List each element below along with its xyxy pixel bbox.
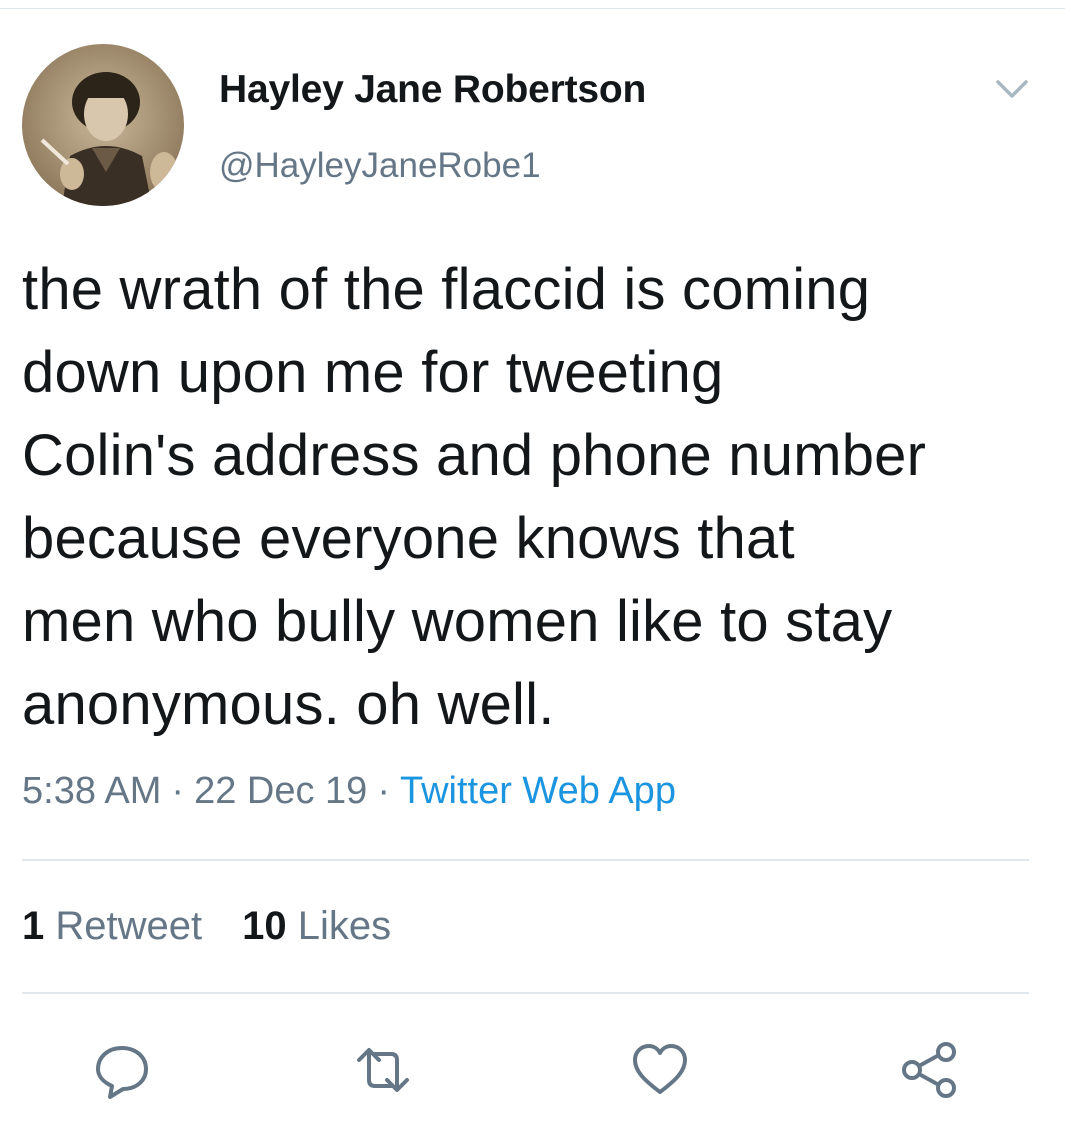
tweet-text-line: because everyone knows that	[22, 506, 795, 571]
retweet-count: 1	[22, 904, 45, 948]
tweet-detail: Hayley Jane Robertson @HayleyJaneRobe1 t…	[0, 0, 1065, 1130]
chevron-down-icon[interactable]	[990, 72, 1034, 108]
top-divider	[0, 8, 1065, 9]
retweet-label: Retweet	[55, 904, 203, 948]
tweet-text-line: anonymous. oh well.	[22, 672, 555, 737]
retweet-icon[interactable]	[353, 1040, 413, 1100]
meta-separator: ·	[377, 770, 390, 812]
tweet-source-link[interactable]: Twitter Web App	[400, 770, 676, 812]
user-handle[interactable]: @HayleyJaneRobe1	[219, 146, 541, 186]
reply-icon[interactable]	[92, 1040, 152, 1100]
tweet-text: the wrath of the flaccid is coming down …	[22, 248, 1047, 746]
like-stat[interactable]: 10 Likes	[242, 904, 391, 948]
tweet-stats: 1 Retweet 10 Likes	[22, 904, 391, 949]
retweet-stat[interactable]: 1 Retweet	[22, 904, 202, 948]
divider	[22, 992, 1029, 994]
tweet-date[interactable]: 22 Dec 19	[194, 770, 367, 812]
heart-icon[interactable]	[630, 1040, 690, 1100]
avatar[interactable]	[22, 44, 184, 206]
divider	[22, 859, 1029, 861]
share-icon[interactable]	[900, 1040, 960, 1100]
tweet-text-line: down upon me for tweeting	[22, 340, 724, 405]
tweet-metadata: 5:38 AM · 22 Dec 19 · Twitter Web App	[22, 770, 676, 813]
tweet-text-line: the wrath of the flaccid is coming	[22, 257, 871, 322]
display-name[interactable]: Hayley Jane Robertson	[219, 68, 646, 112]
like-label: Likes	[297, 904, 392, 948]
like-count: 10	[242, 904, 287, 948]
tweet-time[interactable]: 5:38 AM	[22, 770, 161, 812]
tweet-text-line: men who bully women like to stay	[22, 589, 893, 654]
tweet-text-line: Colin's address and phone number	[22, 423, 927, 488]
meta-separator: ·	[171, 770, 185, 812]
